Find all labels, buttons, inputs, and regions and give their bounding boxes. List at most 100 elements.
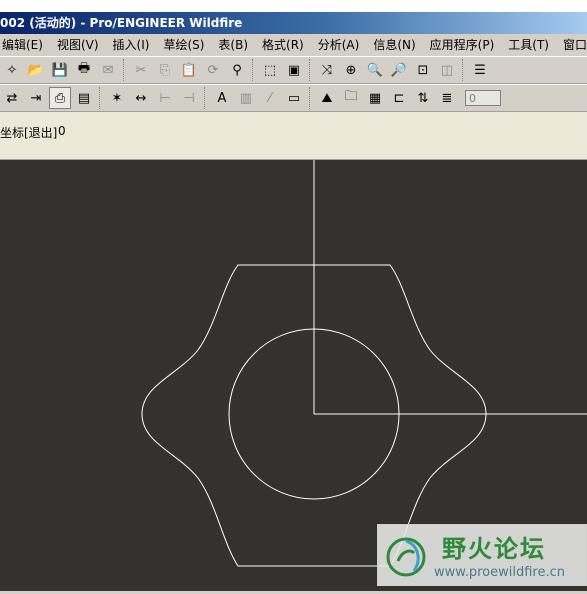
open-button[interactable]: 📂 (25, 59, 47, 81)
main-toolbar: ✧ 📂 💾 🖶 ✉ ✂ ⎘ 📋 ⟳ ⚲ ⬚ ▣ ⤨ ⊕ 🔍 🔎 ⊡ ◫ ☰ (0, 56, 587, 84)
menu-bar: 编辑(E) 视图(V) 插入(I) 草绘(S) 表(B) 格式(R) 分析(A)… (0, 34, 587, 57)
line-style-button[interactable]: ⁄ (259, 87, 281, 109)
menu-tools[interactable]: 工具(T) (501, 35, 556, 55)
zoom-in-button[interactable]: 🔍 (364, 59, 386, 81)
scale-icon: ▭ (287, 90, 301, 106)
symbol-button[interactable]: ⛰ (316, 87, 338, 109)
toolbar-separator (204, 87, 207, 109)
text-style-button[interactable]: A (211, 87, 233, 109)
menu-view[interactable]: 视图(V) (50, 35, 106, 55)
cut-icon: ✂ (135, 62, 147, 78)
snap-button[interactable]: ⊏ (388, 87, 410, 109)
saved-views-button[interactable]: ◫ (436, 59, 458, 81)
forum-watermark: 野火论坛 www.proewildfire.cn (377, 524, 587, 586)
layers-icon: ☰ (474, 62, 486, 78)
title-bar: 002 (活动的) - Pro/ENGINEER Wildfire (0, 12, 587, 34)
watermark-url: www.proewildfire.cn (434, 565, 565, 580)
menu-window[interactable]: 窗口(W) (556, 35, 587, 55)
show-annotation-button[interactable]: ✶ (106, 87, 128, 109)
table-insert-button[interactable]: ▤ (73, 87, 95, 109)
repaint-icon: ▣ (287, 62, 301, 78)
scale-button[interactable]: ▭ (283, 87, 305, 109)
email-button[interactable]: ✉ (97, 59, 119, 81)
prompt-value: 0 (58, 124, 66, 138)
layers-button[interactable]: ☰ (469, 59, 491, 81)
value-field[interactable]: 0 (465, 90, 501, 106)
sheet-icon: ⇄ (6, 90, 18, 106)
window-title: 002 (活动的) - Pro/ENGINEER Wildfire (0, 16, 243, 30)
watermark-title: 野火论坛 (442, 535, 546, 563)
save-icon: 💾 (51, 62, 69, 78)
menu-sketch[interactable]: 草绘(S) (156, 35, 211, 55)
list-icon: ≣ (441, 90, 453, 106)
drawing-toolbar: ⇄ ⇥ ⎙ ▤ ✶ ↔ ⊢ ⊣ A ▥ ⁄ ▭ ⛰ 🗀 ▦ ⊏ ⇅ ≣ 0 (0, 84, 587, 112)
print-button[interactable]: 🖶 (73, 59, 95, 81)
toolbar-separator (252, 59, 255, 81)
ordinate-dim-button[interactable]: ⊢ (154, 87, 176, 109)
snap-icon: ⊏ (393, 90, 405, 106)
select-box-icon: ⬚ (263, 62, 277, 78)
update-button[interactable]: ⇅ (412, 87, 434, 109)
symbol-icon: ⛰ (321, 90, 333, 106)
copy-button[interactable]: ⎘ (154, 59, 176, 81)
hatch-icon: ▥ (239, 90, 253, 106)
folder-button[interactable]: 🗀 (340, 87, 362, 109)
move-item-button[interactable]: ⇥ (25, 87, 47, 109)
toolbar-separator (309, 87, 312, 109)
refit-button[interactable]: ⊡ (412, 59, 434, 81)
update-icon: ⇅ (417, 90, 429, 106)
repaint-button[interactable]: ▣ (283, 59, 305, 81)
paste-button[interactable]: 📋 (178, 59, 200, 81)
menu-format[interactable]: 格式(R) (255, 35, 311, 55)
table-button[interactable]: ▦ (364, 87, 386, 109)
list-button[interactable]: ≣ (436, 87, 458, 109)
move-item-icon: ⇥ (30, 90, 42, 106)
menu-insert[interactable]: 插入(I) (106, 35, 157, 55)
copy-icon: ⎘ (159, 62, 171, 78)
dimension-icon: ↔ (135, 90, 147, 106)
save-button[interactable]: 💾 (49, 59, 71, 81)
prompt-label: 坐标[退出] (0, 126, 58, 140)
menu-info[interactable]: 信息(N) (366, 35, 422, 55)
note-icon: ⎙ (54, 90, 66, 106)
text-style-icon: A (217, 90, 227, 106)
watermark-logo-icon (386, 537, 426, 577)
ref-dim-icon: ⊣ (183, 90, 195, 106)
menu-applications[interactable]: 应用程序(P) (423, 35, 502, 55)
toolbar-separator (99, 87, 102, 109)
paste-icon: 📋 (180, 62, 198, 78)
print-icon: 🖶 (77, 61, 91, 76)
spin-center-button[interactable]: ⤨ (316, 59, 338, 81)
hatch-button[interactable]: ▥ (235, 87, 257, 109)
orient-button[interactable]: ⊕ (340, 59, 362, 81)
sheet-button[interactable]: ⇄ (1, 87, 23, 109)
regenerate-icon: ⟳ (207, 62, 219, 78)
show-annotation-icon: ✶ (111, 90, 123, 106)
regenerate-button[interactable]: ⟳ (202, 59, 224, 81)
folder-icon: 🗀 (344, 89, 358, 104)
saved-views-icon: ◫ (440, 62, 454, 78)
orient-icon: ⊕ (345, 62, 357, 78)
refit-icon: ⊡ (417, 62, 429, 78)
new-icon: ✧ (6, 62, 18, 78)
note-button[interactable]: ⎙ (49, 87, 71, 109)
menu-edit[interactable]: 编辑(E) (0, 35, 50, 55)
cut-button[interactable]: ✂ (130, 59, 152, 81)
zoom-out-button[interactable]: 🔎 (388, 59, 410, 81)
message-area: 坐标[退出] 0 (0, 112, 587, 160)
table-insert-icon: ▤ (77, 90, 91, 106)
ref-dim-button[interactable]: ⊣ (178, 87, 200, 109)
menu-table[interactable]: 表(B) (211, 35, 255, 55)
ordinate-dim-icon: ⊢ (159, 90, 171, 106)
open-icon: 📂 (27, 62, 45, 78)
spin-center-icon: ⤨ (321, 62, 333, 78)
find-button[interactable]: ⚲ (226, 59, 248, 81)
select-box-button[interactable]: ⬚ (259, 59, 281, 81)
zoom-in-icon: 🔍 (366, 62, 384, 78)
new-button[interactable]: ✧ (1, 59, 23, 81)
dimension-button[interactable]: ↔ (130, 87, 152, 109)
email-icon: ✉ (102, 62, 114, 78)
find-icon: ⚲ (232, 62, 242, 78)
menu-analysis[interactable]: 分析(A) (311, 35, 367, 55)
window-top-edge (0, 0, 587, 12)
